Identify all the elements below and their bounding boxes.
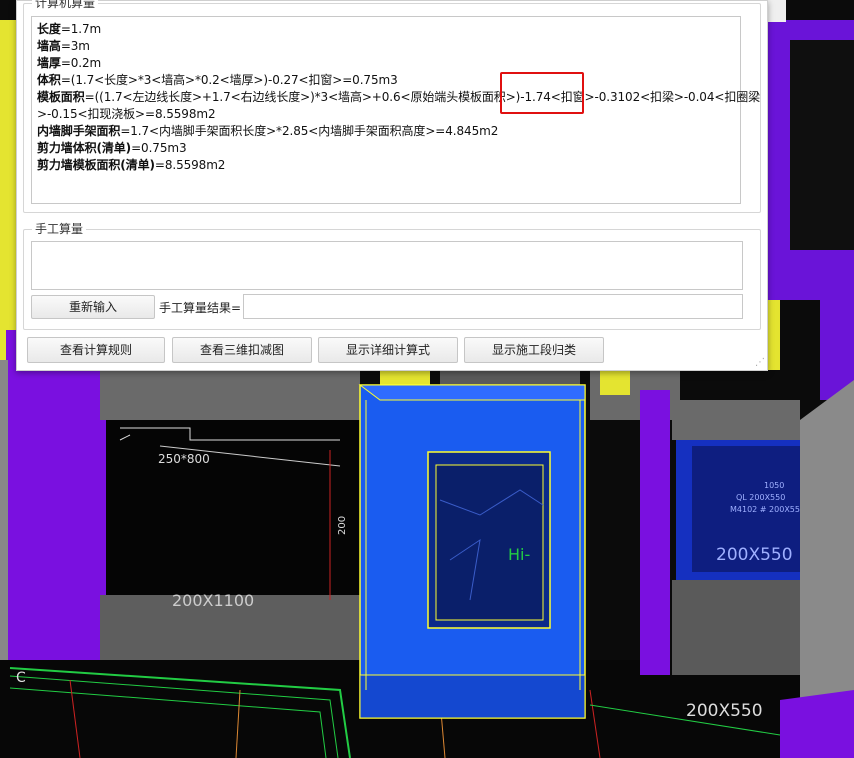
label-250x800: 250*800: [158, 452, 210, 466]
label-200x550-bottom: 200X550: [686, 701, 763, 721]
show-detailed-formula-button[interactable]: 显示详细计算式: [318, 337, 458, 363]
calc-line-wall-height: 墙高=3m: [37, 39, 90, 53]
manual-result-label: 手工算量结果=: [159, 301, 242, 315]
show-construction-section-button[interactable]: 显示施工段归类: [464, 337, 604, 363]
calc-line-length: 长度=1.7m: [37, 22, 102, 36]
view-calc-rules-button[interactable]: 查看计算规则: [27, 337, 165, 363]
manual-result-input[interactable]: [243, 294, 743, 319]
label-200x550-right: 200X550: [716, 545, 793, 565]
calc-line-volume: 体积=(1.7<长度>*3<墙高>*0.2<墙厚>)-0.27<扣窗>=0.75…: [37, 73, 398, 87]
label-1050: 1050: [764, 481, 784, 490]
reinput-button[interactable]: 重新输入: [31, 295, 155, 319]
label-ql: QL 200X550: [736, 493, 785, 502]
computer-calc-group: 计算机算量 长度=1.7m 墙高=3m 墙厚=0.2m 体积=(1.7<长度>*…: [23, 0, 761, 213]
manual-calc-group: 手工算量 重新输入 手工算量结果=: [23, 221, 761, 330]
view-3d-deduction-button[interactable]: 查看三维扣减图: [172, 337, 312, 363]
calc-line-formwork-area-cont: >-0.15<扣现浇板>=8.5598m2: [37, 107, 216, 121]
title-bar-strip: [766, 0, 786, 22]
calc-line-wall-thickness: 墙厚=0.2m: [37, 56, 102, 70]
computer-calc-output[interactable]: 长度=1.7m 墙高=3m 墙厚=0.2m 体积=(1.7<长度>*3<墙高>*…: [31, 16, 761, 204]
manual-calc-title: 手工算量: [32, 221, 87, 237]
label-hi: Hi-: [508, 545, 530, 564]
calc-line-shear-wall-formwork: 剪力墙模板面积(清单)=8.5598m2: [37, 158, 226, 172]
calculation-dialog: 计算机算量 长度=1.7m 墙高=3m 墙厚=0.2m 体积=(1.7<长度>*…: [16, 0, 768, 371]
manual-calc-input[interactable]: [31, 241, 743, 290]
calc-line-formwork-area: 模板面积=((1.7<左边线长度>+1.7<右边线长度>)*3<墙高>+0.6<…: [37, 90, 761, 104]
svg-text:C: C: [16, 670, 26, 686]
label-200x1100: 200X1100: [172, 591, 254, 610]
label-m4102: M4102 # 200X550: [730, 505, 805, 514]
computer-calc-title: 计算机算量: [32, 0, 99, 11]
calc-line-shear-wall-volume: 剪力墙体积(清单)=0.75m3: [37, 141, 187, 155]
label-200-vertical: 200: [337, 516, 348, 535]
highlight-box: [500, 72, 584, 114]
calc-line-scaffold-area: 内墙脚手架面积=1.7<内墙脚手架面积长度>*2.85<内墙脚手架面积高度>=4…: [37, 124, 499, 138]
resize-grip-icon[interactable]: ⋰: [755, 358, 765, 368]
